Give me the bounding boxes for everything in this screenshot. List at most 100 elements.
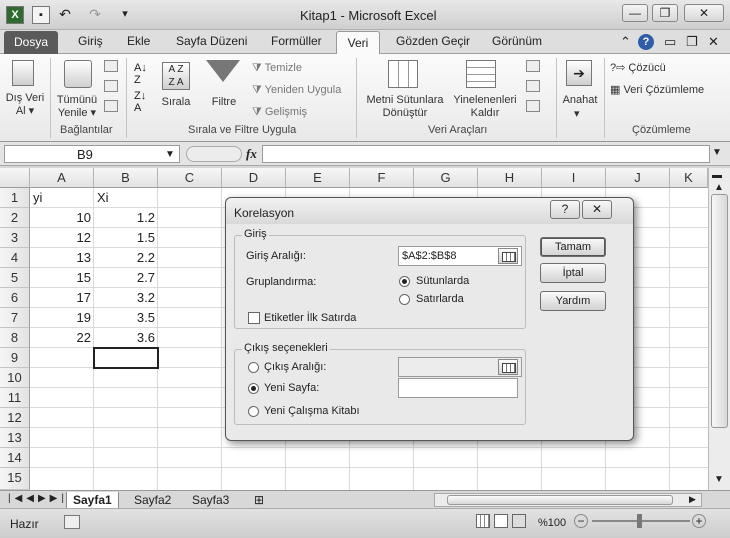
sheet-tab-sayfa1[interactable]: Sayfa1	[66, 492, 119, 509]
column-header[interactable]: I	[542, 168, 606, 188]
external-data-button[interactable]: Dış Veri Al ▾	[2, 92, 48, 118]
split-box-icon[interactable]: ▬	[712, 170, 722, 181]
sheet-tab-sayfa3[interactable]: Sayfa3	[186, 492, 235, 509]
cell-a8[interactable]: 22	[30, 328, 94, 348]
column-header[interactable]: H	[478, 168, 542, 188]
scroll-down-icon[interactable]: ▼	[714, 474, 724, 485]
column-header[interactable]: G	[414, 168, 478, 188]
selected-cell-b9[interactable]	[93, 347, 159, 369]
row-header[interactable]: 12	[0, 408, 30, 428]
new-sheet-radio[interactable]	[248, 383, 259, 394]
workbook-close-icon[interactable]: ✕	[708, 34, 719, 50]
undo-icon[interactable]: ↶	[56, 6, 74, 24]
refresh-all-button[interactable]: Tümünü Yenile ▾	[52, 94, 102, 120]
cell-a6[interactable]: 17	[30, 288, 94, 308]
group-rows-radio[interactable]	[399, 294, 410, 305]
ok-button[interactable]: Tamam	[540, 237, 606, 257]
data-validation-icon[interactable]	[526, 60, 540, 72]
row-header[interactable]: 7	[0, 308, 30, 328]
scroll-up-icon[interactable]: ▲	[714, 182, 724, 193]
tab-file[interactable]: Dosya	[4, 31, 58, 54]
remove-duplicates-button[interactable]: Yinelenenleri Kaldır	[450, 94, 520, 120]
sort-button[interactable]: Sırala	[156, 96, 196, 109]
zoom-out-icon[interactable]: −	[574, 514, 588, 528]
refresh-all-icon[interactable]	[64, 60, 92, 88]
tab-view[interactable]: Görünüm	[492, 34, 542, 48]
horizontal-scrollbar[interactable]: ▶	[434, 493, 702, 507]
restore-button[interactable]: ❐	[652, 4, 678, 22]
output-range-radio[interactable]	[248, 362, 259, 373]
cell-a1[interactable]: yi	[30, 188, 94, 208]
row-header[interactable]: 8	[0, 328, 30, 348]
advanced-button[interactable]: ⧩ Gelişmiş	[252, 106, 307, 119]
tab-review[interactable]: Gözden Geçir	[396, 34, 470, 48]
customize-quick-access-icon[interactable]: ▾	[116, 6, 134, 24]
vertical-scrollbar[interactable]: ▬ ▲ ▼	[708, 168, 730, 490]
workbook-minimize-icon[interactable]: ▭	[664, 34, 676, 50]
save-icon[interactable]: ▪	[32, 6, 50, 24]
new-sheet-label[interactable]: Yeni Sayfa:	[264, 382, 319, 394]
zoom-slider-handle[interactable]	[637, 514, 642, 528]
cell-a5[interactable]: 15	[30, 268, 94, 288]
column-header[interactable]: K	[670, 168, 708, 188]
row-header[interactable]: 3	[0, 228, 30, 248]
filter-button[interactable]: Filtre	[204, 96, 244, 109]
dialog-close-icon[interactable]: ✕	[582, 200, 612, 219]
cell-b5[interactable]: 2.7	[94, 268, 158, 288]
outline-dropdown-icon[interactable]: ▾	[574, 108, 580, 121]
cell-b6[interactable]: 3.2	[94, 288, 158, 308]
formula-bar-expander[interactable]	[186, 146, 242, 162]
cell-b7[interactable]: 3.5	[94, 308, 158, 328]
what-if-analysis-icon[interactable]	[526, 100, 540, 112]
row-header[interactable]: 14	[0, 448, 30, 468]
cell-b8[interactable]: 3.6	[94, 328, 158, 348]
column-header[interactable]: E	[286, 168, 350, 188]
cell-a4[interactable]: 13	[30, 248, 94, 268]
consolidate-icon[interactable]	[526, 80, 540, 92]
tab-insert[interactable]: Ekle	[127, 34, 150, 48]
name-box-dropdown-icon[interactable]: ▼	[165, 149, 175, 160]
page-break-view-icon[interactable]	[512, 514, 526, 528]
group-columns-radio[interactable]	[399, 276, 410, 287]
excel-logo-icon[interactable]: X	[6, 6, 24, 24]
insert-sheet-icon[interactable]: ⊞	[248, 492, 270, 509]
sheet-tab-sayfa2[interactable]: Sayfa2	[128, 492, 177, 509]
cancel-button[interactable]: İptal	[540, 263, 606, 283]
row-header[interactable]: 11	[0, 388, 30, 408]
group-columns-label[interactable]: Sütunlarda	[416, 275, 469, 287]
tab-formulas[interactable]: Formüller	[271, 34, 322, 48]
cell-b2[interactable]: 1.2	[94, 208, 158, 228]
macro-record-icon[interactable]	[64, 515, 80, 529]
column-header[interactable]: J	[606, 168, 670, 188]
new-sheet-name-field[interactable]	[398, 378, 518, 398]
tab-page-layout[interactable]: Sayfa Düzeni	[176, 34, 247, 48]
page-layout-view-icon[interactable]	[494, 514, 508, 528]
row-header[interactable]: 4	[0, 248, 30, 268]
cell-a7[interactable]: 19	[30, 308, 94, 328]
reapply-button[interactable]: ⧩ Yeniden Uygula	[252, 84, 341, 97]
vertical-scroll-thumb[interactable]	[711, 194, 728, 428]
workbook-restore-icon[interactable]: ❐	[686, 34, 698, 50]
insert-function-icon[interactable]: fx	[246, 146, 257, 162]
row-header[interactable]: 13	[0, 428, 30, 448]
cell-a3[interactable]: 12	[30, 228, 94, 248]
redo-icon[interactable]: ↷	[86, 6, 104, 24]
text-to-columns-icon[interactable]	[388, 60, 418, 88]
labels-first-row-checkbox[interactable]	[248, 312, 260, 324]
input-range-field[interactable]: $A$2:$B$8	[398, 246, 522, 266]
group-rows-label[interactable]: Satırlarda	[416, 293, 464, 305]
column-header[interactable]: A	[30, 168, 94, 188]
cell-b1[interactable]: Xi	[94, 188, 158, 208]
output-range-picker-icon[interactable]	[498, 359, 518, 375]
ribbon-minimize-icon[interactable]: ⌃	[620, 34, 631, 50]
row-header[interactable]: 6	[0, 288, 30, 308]
help-icon[interactable]: ?	[638, 34, 654, 50]
outline-icon[interactable]: ➔	[566, 60, 592, 86]
output-range-field[interactable]	[398, 357, 522, 377]
properties-icon[interactable]	[104, 80, 118, 92]
labels-first-row-label[interactable]: Etiketler İlk Satırda	[264, 312, 356, 324]
row-header[interactable]: 15	[0, 468, 30, 490]
cell-a2[interactable]: 10	[30, 208, 94, 228]
text-to-columns-button[interactable]: Metni Sütunlara Dönüştür	[362, 94, 448, 120]
select-all-corner[interactable]	[0, 168, 30, 188]
